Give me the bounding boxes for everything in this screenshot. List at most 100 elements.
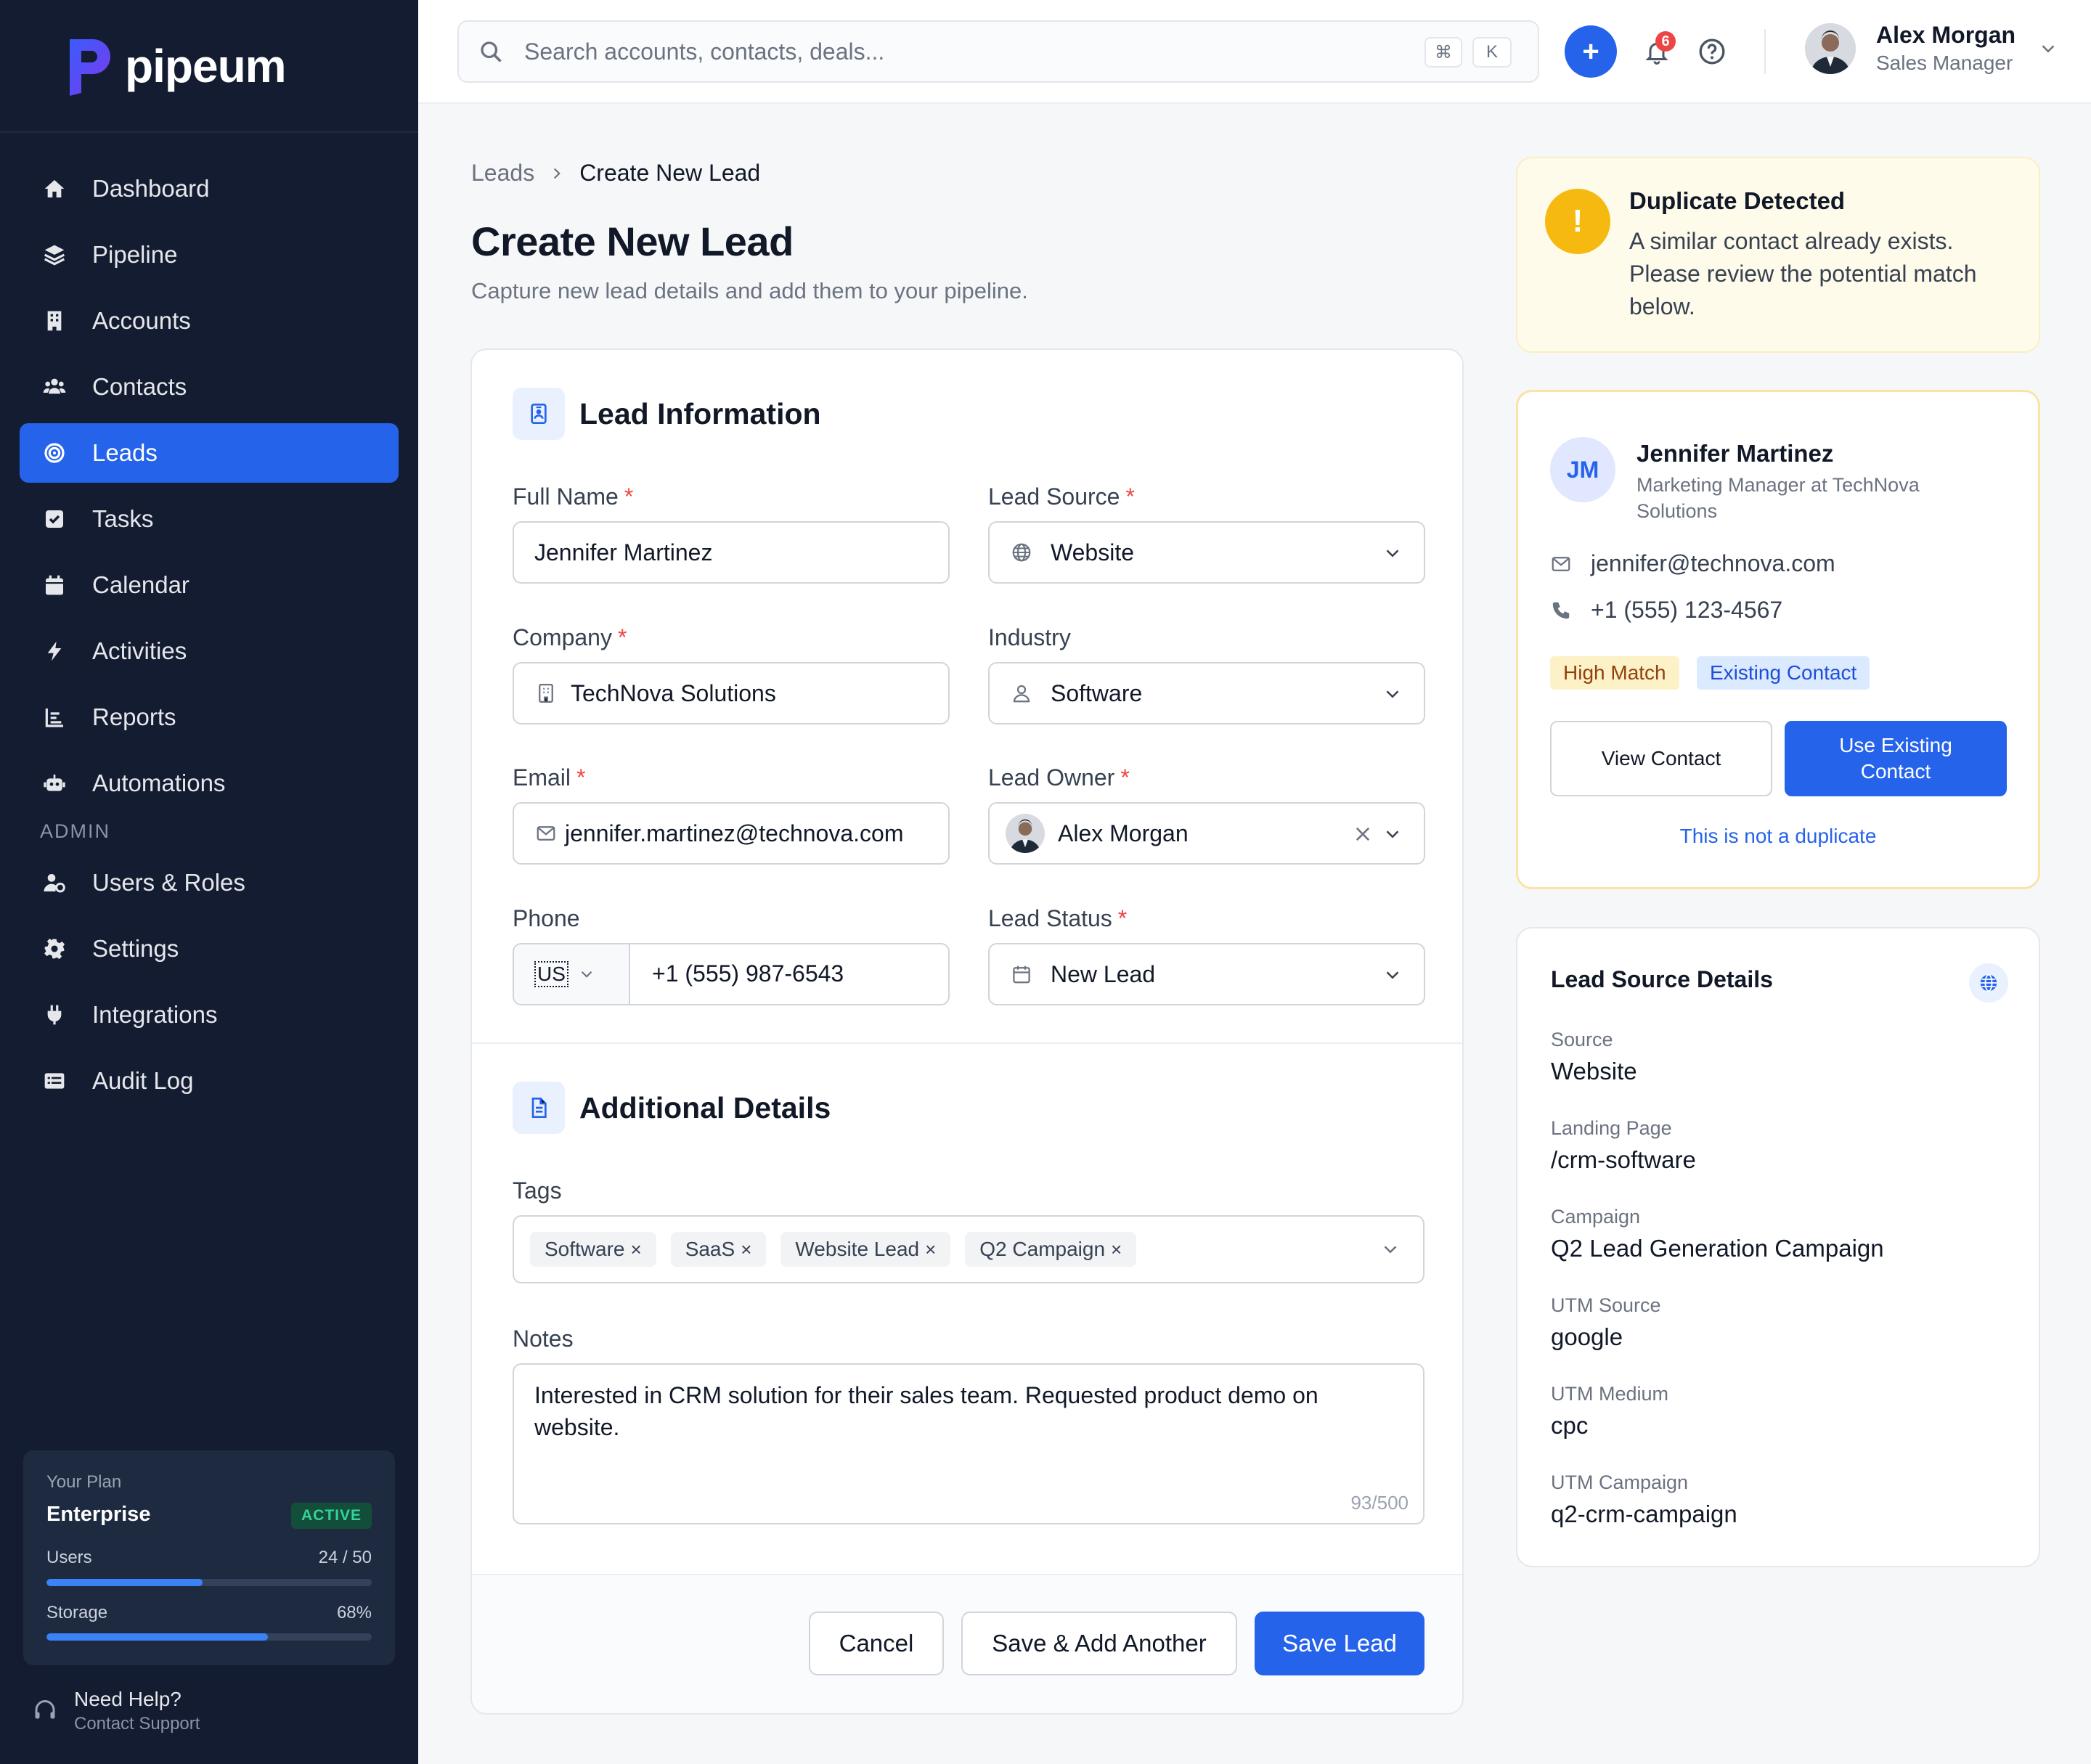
email-input[interactable]: jennifer.martinez@technova.com [513,802,950,865]
lead-owner-select[interactable]: Alex Morgan [988,802,1425,865]
person-photo-icon [1805,23,1856,74]
sidebar-item-label: Calendar [92,571,189,598]
use-existing-contact-button[interactable]: Use Existing Contact [1785,721,2007,796]
sidebar-item-settings[interactable]: Settings [20,919,399,979]
search-input[interactable] [524,38,1381,65]
industry-select[interactable]: Software [988,662,1425,724]
lead-status-select[interactable]: New Lead [988,943,1425,1005]
save-add-another-button[interactable]: Save & Add Another [961,1612,1237,1675]
quick-add-button[interactable]: + [1565,25,1617,78]
headset-icon [35,1700,55,1719]
breadcrumb: Leads Create New Lead [471,160,760,187]
full-name-label-text: Full Name [513,483,619,510]
campaign-value: Q2 Lead Generation Campaign [1551,1235,1884,1262]
required-marker: * [1125,483,1135,510]
lead-source-select[interactable]: Website [988,521,1425,584]
user-role: Sales Manager [1876,52,2013,74]
mail-icon [534,822,558,845]
checkbox-icon [40,505,69,534]
brand-logo[interactable]: pipeum [61,35,287,97]
view-contact-button[interactable]: View Contact [1550,721,1772,796]
breadcrumb-leads-link[interactable]: Leads [471,160,534,187]
mail-icon [1552,556,1570,571]
required-marker: * [617,624,627,650]
not-duplicate-link[interactable]: This is not a duplicate [1518,825,2038,848]
country-code-select[interactable]: US [514,944,630,1004]
sidebar-item-label: Tasks [92,505,154,532]
plan-status-badge: ACTIVE [290,1503,372,1529]
brand-name: pipeum [125,40,287,92]
list-icon [40,1066,69,1095]
sidebar: pipeum Dashboard Pipeline Accounts Conta… [0,0,418,1764]
chevron-down-icon [1384,1246,1397,1254]
industry-label: Industry [988,624,1071,650]
phone-input[interactable]: US +1 (555) 987-6543 [513,943,950,1005]
save-lead-button[interactable]: Save Lead [1255,1612,1424,1675]
pipeum-logo-icon [70,39,110,96]
match-email-row: jennifer@technova.com [1550,550,1835,577]
utm-source-label: UTM Source [1551,1294,1661,1316]
robot-icon [40,769,69,798]
lead-source-value: Website [1051,539,1135,565]
tag-remove-icon[interactable]: × [1111,1238,1122,1261]
storage-progress-fill [46,1633,268,1641]
tags-input[interactable]: Software × SaaS × Website Lead × Q2 Campaig… [513,1215,1424,1283]
chevron-down-icon [1386,550,1399,558]
tag-remove-icon[interactable]: × [631,1238,642,1261]
industry-value: Software [1051,679,1143,706]
chevron-down-icon [1386,830,1399,838]
notifications-button[interactable]: 6 [1638,31,1676,70]
sidebar-item-dashboard[interactable]: Dashboard [20,159,399,219]
sidebar-item-integrations[interactable]: Integrations [20,985,399,1045]
tag-chip: Website Lead × [780,1232,951,1267]
sidebar-divider [0,131,418,133]
landing-page-label: Landing Page [1551,1117,1672,1139]
help-link[interactable]: Need Help? Contact Support [32,1688,200,1734]
utm-campaign-value: q2-crm-campaign [1551,1500,1737,1527]
sidebar-item-contacts[interactable]: Contacts [20,357,399,417]
tag-remove-icon[interactable]: × [925,1238,936,1261]
email-value: jennifer.martinez@technova.com [565,820,904,846]
email-label-text: Email [513,764,571,791]
plan-card: Your Plan Enterprise ACTIVE Users 24 / 5… [23,1450,395,1665]
person-outline-icon [1010,682,1033,705]
page-subtitle: Capture new lead details and add them to… [471,278,1028,303]
globe-icon [1010,541,1033,564]
full-name-input[interactable]: Jennifer Martinez [513,521,950,584]
chevron-down-icon [1386,971,1399,979]
required-marker: * [1120,764,1130,791]
utm-medium-value: cpc [1551,1412,1589,1439]
tags-label: Tags [513,1177,562,1204]
sidebar-item-tasks[interactable]: Tasks [20,489,399,549]
sidebar-item-audit-log[interactable]: Audit Log [20,1051,399,1111]
sidebar-item-automations[interactable]: Automations [20,754,399,813]
help-button[interactable] [1693,33,1731,70]
tag-remove-icon[interactable]: × [741,1238,751,1261]
sidebar-item-users-roles[interactable]: Users & Roles [20,853,399,912]
lead-source-label: Lead Source * [988,483,1135,510]
company-input[interactable]: TechNova Solutions [513,662,950,724]
tag-label: SaaS [685,1238,735,1260]
cancel-button[interactable]: Cancel [809,1612,944,1675]
sidebar-item-reports[interactable]: Reports [20,687,399,747]
plan-storage-label: Storage [46,1603,108,1622]
user-name: Alex Morgan [1876,22,2016,48]
sidebar-item-pipeline[interactable]: Pipeline [20,225,399,285]
tag-chip: Q2 Campaign × [965,1232,1137,1267]
search-box[interactable]: ⌘ K [457,20,1539,83]
email-label: Email * [513,764,585,791]
sidebar-item-activities[interactable]: Activities [20,621,399,681]
avatar: JM [1550,437,1615,502]
lead-status-label: Lead Status * [988,905,1127,932]
notes-textarea[interactable]: Interested in CRM solution for their sal… [513,1363,1424,1524]
user-menu[interactable]: Alex Morgan Sales Manager [1805,22,2059,75]
sidebar-item-accounts[interactable]: Accounts [20,291,399,351]
sidebar-item-calendar[interactable]: Calendar [20,555,399,615]
document-icon [513,1082,565,1134]
notes-value: Interested in CRM solution for their sal… [534,1382,1318,1440]
sidebar-item-label: Reports [92,703,176,730]
duplicate-match-card: JM Jennifer Martinez Marketing Manager a… [1516,390,2040,889]
source-value: Website [1551,1058,1637,1085]
clear-x-icon[interactable] [1353,824,1373,844]
sidebar-item-leads[interactable]: Leads [20,423,399,483]
